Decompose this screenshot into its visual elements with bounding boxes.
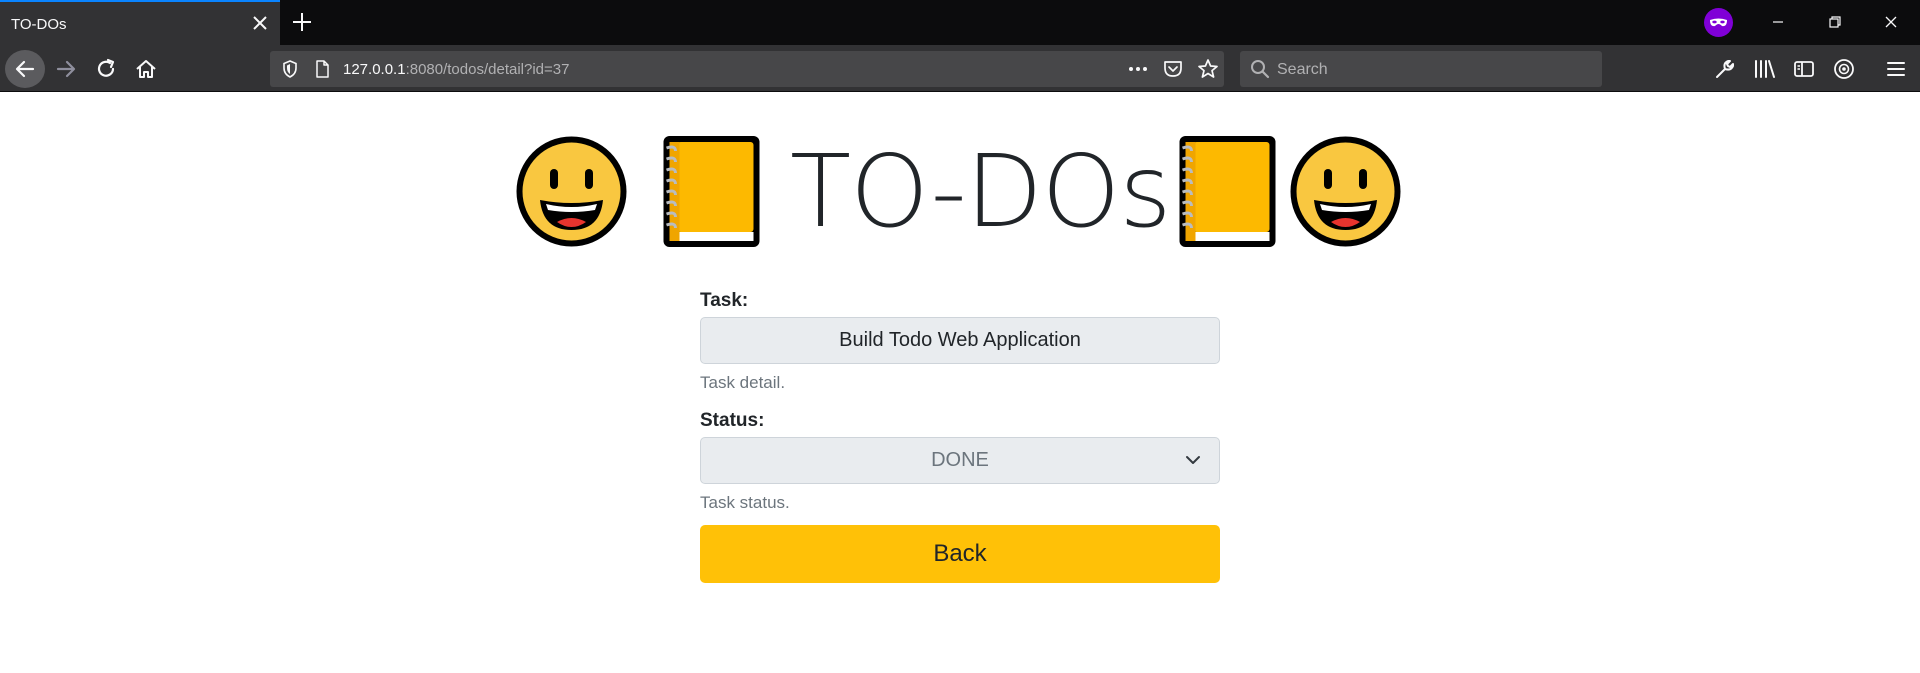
shield-icon[interactable]: [280, 59, 300, 79]
url-host: 127.0.0.1: [343, 61, 406, 78]
pocket-icon[interactable]: [1162, 58, 1184, 80]
sidebar-icon[interactable]: [1792, 57, 1816, 81]
page-header: TO-DOs: [514, 134, 1404, 249]
status-selected-value: DONE: [931, 449, 989, 471]
url-text: 127.0.0.1:8080/todos/detail?id=37: [343, 61, 569, 78]
forward-button[interactable]: [46, 50, 86, 88]
address-bar[interactable]: 127.0.0.1:8080/todos/detail?id=37: [270, 51, 1224, 87]
home-icon: [136, 60, 156, 78]
window-close-icon: [1885, 16, 1897, 28]
search-placeholder: Search: [1277, 61, 1328, 78]
restore-icon: [1829, 16, 1841, 28]
extension-icon[interactable]: [1832, 57, 1856, 81]
grinning-face-icon: [1290, 136, 1401, 247]
tab-title: TO-DOs: [11, 16, 67, 33]
task-label: Task:: [700, 290, 749, 311]
forward-arrow-icon: [56, 60, 76, 78]
search-bar[interactable]: Search: [1240, 51, 1602, 87]
window-close-button[interactable]: [1868, 8, 1914, 36]
url-path: :8080/todos/detail?id=37: [405, 61, 570, 78]
wrench-icon[interactable]: [1713, 57, 1737, 81]
navigation-toolbar: 127.0.0.1:8080/todos/detail?id=37 Search: [0, 45, 1920, 92]
back-button[interactable]: [5, 50, 45, 88]
notebook-icon: [663, 136, 760, 247]
search-icon: [1251, 60, 1270, 79]
new-tab-icon[interactable]: [290, 10, 314, 34]
tab-strip: TO-DOs: [0, 0, 1920, 45]
back-arrow-icon: [15, 60, 35, 78]
reload-icon: [97, 58, 115, 77]
library-icon[interactable]: [1752, 57, 1778, 81]
star-icon[interactable]: [1196, 57, 1220, 81]
restore-button[interactable]: [1812, 8, 1858, 36]
browser-tab[interactable]: TO-DOs: [0, 0, 280, 45]
reload-button[interactable]: [86, 50, 126, 88]
private-mask-icon[interactable]: [1704, 8, 1733, 37]
chevron-down-icon: [1186, 456, 1200, 464]
page-icon[interactable]: [312, 59, 332, 79]
notebook-icon: [1179, 136, 1276, 247]
status-help-text: Task status.: [700, 493, 790, 512]
more-icon[interactable]: [1126, 59, 1150, 79]
home-button[interactable]: [126, 50, 166, 88]
back-button-page[interactable]: Back: [700, 525, 1220, 583]
grinning-face-icon: [516, 136, 627, 247]
minimize-icon: [1773, 21, 1783, 23]
status-label: Status:: [700, 410, 765, 431]
page-title: TO-DOs: [790, 133, 1171, 250]
close-icon[interactable]: [250, 13, 270, 33]
task-field[interactable]: Build Todo Web Application: [700, 317, 1220, 364]
todo-detail-form: Task: Build Todo Web Application Task de…: [700, 285, 1220, 583]
status-select[interactable]: DONE: [700, 437, 1220, 484]
menu-icon[interactable]: [1884, 57, 1908, 81]
minimize-button[interactable]: [1755, 8, 1801, 36]
task-help-text: Task detail.: [700, 373, 786, 392]
